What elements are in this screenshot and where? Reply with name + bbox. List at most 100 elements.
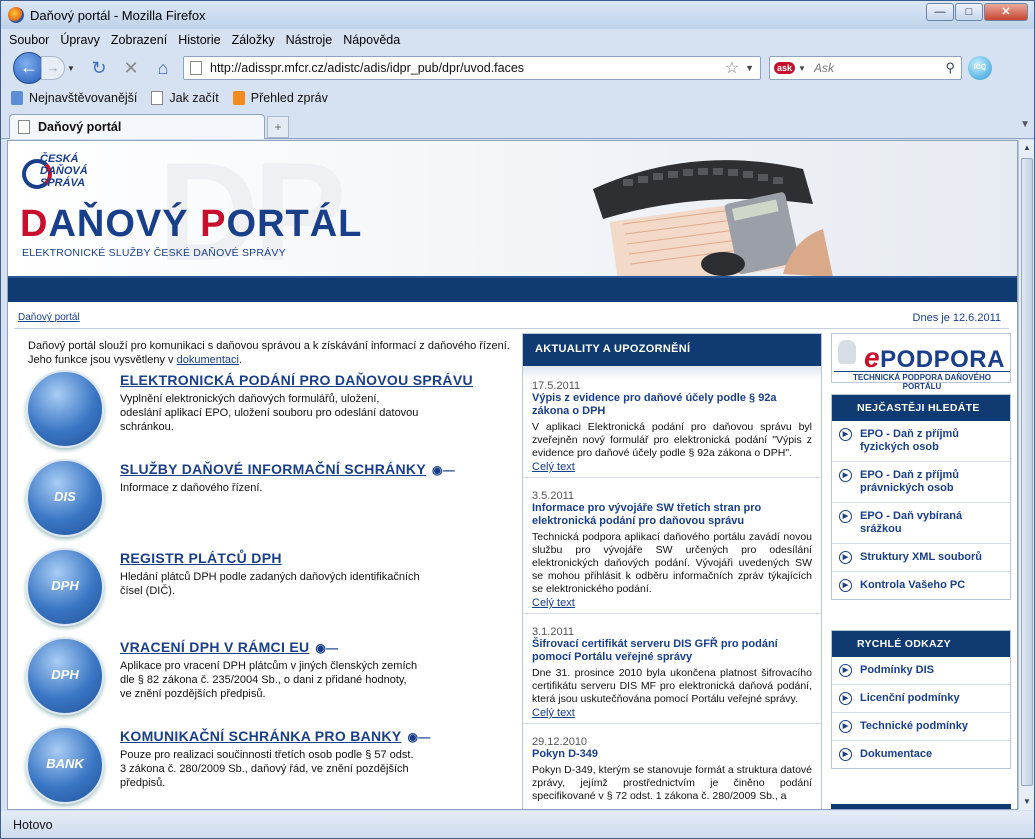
epodpora-banner[interactable]: ePODPORA TECHNICKÁ PODPORA DAŇOVÉHO PORT…	[831, 333, 1011, 391]
scroll-up-icon[interactable]: ▲	[1019, 140, 1035, 156]
menu-zobrazeni[interactable]: Zobrazení	[111, 33, 167, 47]
service-bank-mailbox[interactable]: BANK KOMUNIKAČNÍ SCHRÁNKA PRO BANKY ◉— Po…	[26, 726, 506, 809]
home-icon[interactable]: ⌂	[151, 56, 175, 80]
scrollbar-thumb[interactable]	[1021, 158, 1033, 786]
cds-logo[interactable]: ČESKÁ DAŇOVÁ SPRÁVA	[22, 151, 122, 199]
dph-refund-icon[interactable]: DPH	[26, 637, 104, 715]
news-title[interactable]: Výpis z evidence pro daňové účely podle …	[532, 392, 812, 418]
tab-strip: Daňový portál + ▼	[1, 111, 1034, 139]
url-bar[interactable]: http://adisspr.mfcr.cz/adistc/adis/idpr_…	[183, 56, 761, 80]
menu-zalozky[interactable]: Záložky	[232, 33, 275, 47]
key-icon: ◉—	[315, 641, 339, 655]
star-icon[interactable]: ☆	[725, 58, 739, 78]
news-body: Pokyn D-349, kterým se stanovuje formát …	[532, 764, 812, 802]
url-input[interactable]: http://adisspr.mfcr.cz/adistc/adis/idpr_…	[210, 61, 725, 75]
news-date: 3.5.2011	[532, 490, 575, 502]
history-dropdown-icon[interactable]: ▼	[67, 64, 79, 73]
intro-sentence: Daňový portál slouží pro komunikaci s da…	[28, 340, 510, 366]
engine-dropdown-icon[interactable]: ▼	[798, 64, 806, 73]
service-icon-label: DPH	[51, 578, 79, 593]
submission-tray-icon[interactable]	[26, 370, 104, 448]
dis-box-icon[interactable]: DIS	[26, 459, 104, 537]
circle-arrow-icon: ▶	[839, 469, 852, 482]
scroll-down-icon[interactable]: ▼	[1019, 794, 1035, 810]
service-title[interactable]: VRACENÍ DPH V RÁMCI EU ◉—	[120, 639, 338, 655]
logo-line: ČESKÁ	[40, 153, 79, 165]
bookmark-news-feed[interactable]: Přehled zpráv	[232, 91, 328, 105]
close-button[interactable]: ✕	[984, 3, 1028, 21]
service-title[interactable]: SLUŽBY DAŇOVÉ INFORMAČNÍ SCHRÁNKY ◉—	[120, 461, 455, 477]
page-icon	[190, 61, 202, 75]
service-description: Pouze pro realizaci součinnosti třetích …	[120, 749, 414, 789]
news-read-more-link[interactable]: Celý text	[532, 707, 812, 719]
faq-link-pc-check[interactable]: ▶ Kontrola Vašeho PC	[832, 572, 1010, 599]
service-title[interactable]: REGISTR PLÁTCŮ DPH	[120, 550, 282, 566]
breadcrumb[interactable]: Daňový portál	[18, 312, 80, 323]
tab-danovy-portal[interactable]: Daňový portál	[9, 114, 265, 139]
service-title-text: VRACENÍ DPH V RÁMCI EU	[120, 639, 310, 655]
page-content: D P ČESKÁ DAŇOVÁ SPRÁVA DAŇOVÝ PORTÁL ELE…	[7, 140, 1018, 810]
bookmark-label: Jak začít	[169, 91, 219, 105]
support-figure-icon	[838, 340, 856, 364]
service-electronic-submissions[interactable]: ELEKTRONICKÁ PODÁNÍ PRO DAŇOVOU SPRÁVU V…	[26, 370, 506, 455]
link-label: Struktury XML souborů	[860, 551, 983, 563]
brand-letter-d: D	[20, 203, 49, 245]
bookmark-most-visited[interactable]: Nejnavštěvovanější	[11, 91, 137, 105]
service-vat-registry[interactable]: DPH REGISTR PLÁTCŮ DPH Hledání plátců DP…	[26, 548, 506, 633]
news-header-shade	[523, 366, 821, 380]
circle-arrow-icon: ▶	[839, 720, 852, 733]
quick-link-dis-terms[interactable]: ▶ Podmínky DIS	[832, 657, 1010, 685]
service-title[interactable]: ELEKTRONICKÁ PODÁNÍ PRO DAŇOVOU SPRÁVU	[120, 372, 473, 388]
forward-arrow-icon[interactable]: →	[41, 56, 65, 80]
magnifier-icon[interactable]: ⚲	[945, 60, 955, 76]
tab-list-icon[interactable]: ▼	[1020, 119, 1030, 130]
circle-arrow-icon: ▶	[839, 579, 852, 592]
portal-brand: DAŇOVÝ PORTÁL	[20, 203, 362, 246]
news-header: AKTUALITY A UPOZORNĚNÍ	[523, 334, 821, 366]
epodpora-logo: ePODPORA	[864, 342, 1005, 374]
site-nav-stripe	[8, 276, 1017, 302]
service-dis[interactable]: DIS SLUŽBY DAŇOVÉ INFORMAČNÍ SCHRÁNKY ◉— …	[26, 459, 506, 544]
brand-text-2: ORTÁL	[226, 203, 363, 245]
ask-engine-icon[interactable]: ask	[774, 62, 796, 74]
news-title[interactable]: Informace pro vývojáře SW třetích stran …	[532, 502, 812, 528]
news-date: 17.5.2011	[532, 380, 581, 392]
quick-link-docs[interactable]: ▶ Dokumentace	[832, 741, 1010, 768]
addon-icon[interactable]: ICQ	[968, 56, 992, 80]
vertical-scrollbar[interactable]: ▲ ▼	[1018, 140, 1034, 810]
link-label: Kontrola Vašeho PC	[860, 579, 966, 591]
news-title[interactable]: Pokyn D-349	[532, 748, 812, 761]
documentation-link[interactable]: dokumentaci	[177, 354, 239, 366]
news-title[interactable]: Šifrovací certifikát serveru DIS GFŘ pro…	[532, 638, 812, 664]
search-input[interactable]: Ask	[814, 61, 946, 75]
menu-soubor[interactable]: Soubor	[9, 33, 49, 47]
circle-arrow-icon: ▶	[839, 748, 852, 761]
menu-nastroje[interactable]: Nástroje	[286, 33, 333, 47]
faq-link-epo-po[interactable]: ▶ EPO - Daň z příjmů právnických osob	[832, 462, 1010, 503]
stop-icon[interactable]: ✕	[119, 56, 143, 80]
service-title[interactable]: KOMUNIKAČNÍ SCHRÁNKA PRO BANKY ◉—	[120, 728, 431, 744]
dph-folder-icon[interactable]: DPH	[26, 548, 104, 626]
minimize-button[interactable]: —	[926, 3, 954, 21]
new-tab-button[interactable]: +	[267, 116, 289, 138]
quick-link-license[interactable]: ▶ Licenční podmínky	[832, 685, 1010, 713]
faq-link-epo-srazka[interactable]: ▶ EPO - Daň vybíraná srážkou	[832, 503, 1010, 544]
menu-historie[interactable]: Historie	[178, 33, 220, 47]
bank-box-icon[interactable]: BANK	[26, 726, 104, 804]
news-read-more-link[interactable]: Celý text	[532, 597, 812, 609]
reload-icon[interactable]: ↻	[87, 56, 111, 80]
menu-upravy[interactable]: Úpravy	[60, 33, 100, 47]
faq-link-xml[interactable]: ▶ Struktury XML souborů	[832, 544, 1010, 572]
service-description: Vyplnění elektronických daňových formulá…	[120, 393, 419, 433]
bookmark-getting-started[interactable]: Jak začít	[151, 91, 219, 105]
quick-link-technical[interactable]: ▶ Technické podmínky	[832, 713, 1010, 741]
search-bar[interactable]: ask ▼ Ask ⚲	[769, 56, 962, 80]
page-icon	[151, 91, 164, 105]
news-read-more-link[interactable]: Celý text	[532, 461, 812, 473]
menu-napoveda[interactable]: Nápověda	[343, 33, 400, 47]
url-dropdown-icon[interactable]: ▼	[745, 63, 754, 73]
service-vat-refund-eu[interactable]: DPH VRACENÍ DPH V RÁMCI EU ◉— Aplikace pr…	[26, 637, 506, 722]
maximize-button[interactable]: □	[955, 3, 983, 21]
faq-link-epo-fo[interactable]: ▶ EPO - Daň z příjmů fyzických osob	[832, 421, 1010, 462]
firefox-icon	[8, 7, 24, 23]
